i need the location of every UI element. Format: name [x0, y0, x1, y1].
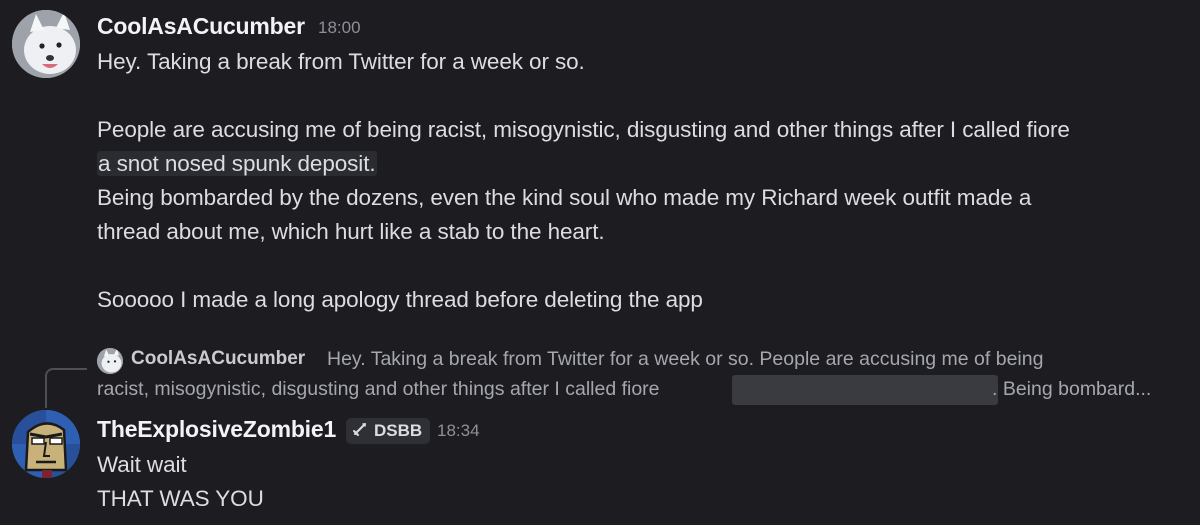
message-line-wrapper: a snot nosed spunk deposit.	[97, 147, 1187, 181]
reply-author[interactable]: CoolAsACucumber	[131, 348, 305, 370]
role-tag-badge[interactable]: DSBB	[346, 418, 431, 444]
message-line: People are accusing me of being racist, …	[97, 117, 1070, 142]
reply-preview-line2[interactable]: racist, misogynistic, disgusting and oth…	[97, 378, 660, 401]
arctic-fox-avatar[interactable]	[12, 10, 80, 78]
message-line: THAT WAS YOU	[97, 486, 264, 511]
reply-preview-tail[interactable]: . Being bombard...	[992, 378, 1151, 401]
highlighted-text: a snot nosed spunk deposit.	[97, 151, 377, 176]
message-line: Sooooo I made a long apology thread befo…	[97, 287, 703, 312]
reply-avatar-icon[interactable]	[97, 348, 123, 374]
author-name[interactable]: CoolAsACucumber	[97, 13, 305, 40]
zombie-cartoon-avatar[interactable]	[12, 410, 80, 478]
sword-icon	[352, 421, 368, 442]
message-line: Being bombarded by the dozens, even the …	[97, 185, 1032, 210]
spoiler-block[interactable]	[732, 375, 998, 405]
message-timestamp: 18:34	[437, 421, 480, 440]
chat-log: CoolAsACucumber 18:00 Hey. Taking a brea…	[0, 0, 1200, 525]
message-body: Hey. Taking a break from Twitter for a w…	[97, 45, 1187, 317]
message-body: Wait wait THAT WAS YOU	[97, 448, 1187, 516]
message-timestamp: 18:00	[318, 18, 361, 37]
message-line: Hey. Taking a break from Twitter for a w…	[97, 49, 585, 74]
reply-spine-line	[45, 368, 87, 408]
tag-label: DSBB	[374, 421, 423, 440]
message-line: Wait wait	[97, 452, 187, 477]
message-line: thread about me, which hurt like a stab …	[97, 219, 605, 244]
author-name[interactable]: TheExplosiveZombie1	[97, 416, 336, 443]
reply-preview-line1[interactable]: Hey. Taking a break from Twitter for a w…	[327, 348, 1043, 371]
